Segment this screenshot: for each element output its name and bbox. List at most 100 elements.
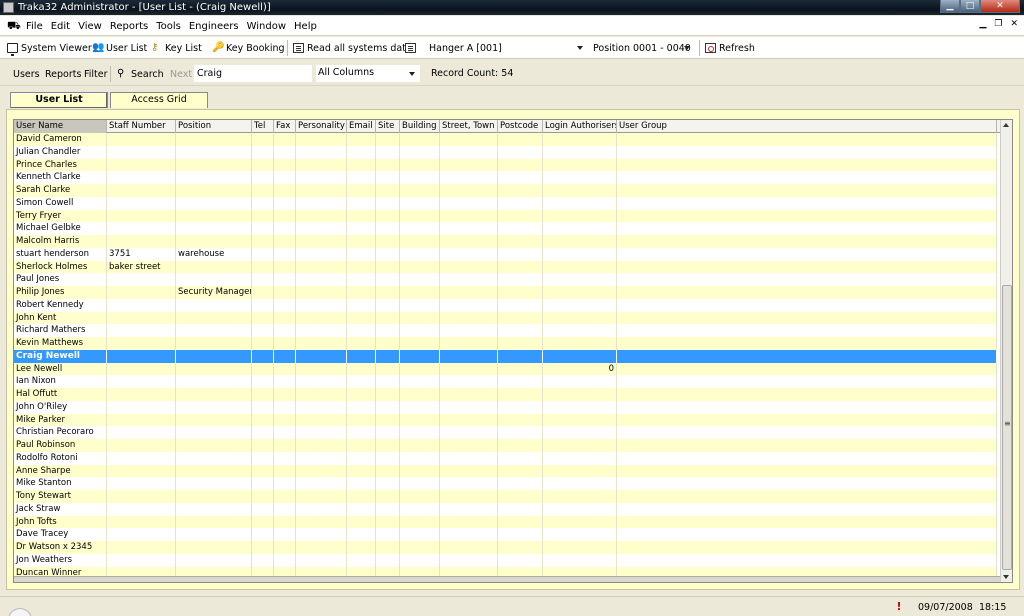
- table-cell: [498, 235, 543, 248]
- column-header[interactable]: Street, Town: [440, 120, 498, 133]
- table-cell: [376, 349, 400, 363]
- menu-view[interactable]: View: [78, 21, 102, 32]
- table-row[interactable]: John O'Riley: [14, 400, 997, 414]
- table-row[interactable]: Philip Jones Security Manager: [14, 286, 997, 299]
- table-row[interactable]: Julian Chandler: [14, 145, 997, 159]
- table-row[interactable]: John Kent: [14, 311, 997, 325]
- scroll-down-button[interactable]: [1001, 571, 1012, 582]
- table-row[interactable]: Michael Gelbke: [14, 222, 997, 235]
- column-header[interactable]: Building: [400, 120, 440, 133]
- close-button[interactable]: ✕: [980, 0, 1020, 13]
- user-list-button[interactable]: 👥 User List: [92, 37, 147, 59]
- mdi-restore-icon[interactable]: ❐: [994, 19, 1002, 29]
- column-header[interactable]: Login Authorisers: [543, 120, 617, 133]
- menu-reports[interactable]: Reports: [110, 21, 148, 32]
- table-row[interactable]: Ian Nixon: [14, 375, 997, 388]
- tab-access-grid[interactable]: Access Grid: [110, 92, 208, 108]
- table-cell: [296, 439, 347, 452]
- mdi-document-icon[interactable]: ⛟: [7, 20, 21, 32]
- table-row[interactable]: Kevin Matthews: [14, 337, 997, 350]
- table-cell: [376, 375, 400, 388]
- key-booking-button[interactable]: 🔑 Key Booking: [212, 37, 285, 59]
- column-header[interactable]: Tel: [252, 120, 274, 133]
- column-header[interactable]: Fax: [274, 120, 296, 133]
- table-row[interactable]: Paul Jones: [14, 273, 997, 286]
- selected-table-row[interactable]: Craig Newell: [14, 349, 997, 363]
- table-row[interactable]: Mike Stanton: [14, 477, 997, 490]
- menu-help[interactable]: Help: [294, 21, 317, 32]
- table-cell: Dave Tracey: [14, 528, 107, 541]
- filter-button[interactable]: Filter: [84, 62, 108, 86]
- table-row[interactable]: David Cameron: [14, 133, 997, 146]
- column-header[interactable]: User Name: [14, 120, 107, 133]
- column-header[interactable]: Personality: [296, 120, 347, 133]
- scroll-up-button[interactable]: [1001, 120, 1012, 131]
- position-select[interactable]: Position 0001 - 0040: [593, 37, 692, 59]
- column-header[interactable]: Staff Number: [107, 120, 176, 133]
- scan-button[interactable]: [405, 37, 419, 59]
- table-row[interactable]: Robert Kennedy: [14, 298, 997, 312]
- column-header[interactable]: Position: [176, 120, 252, 133]
- table-row[interactable]: Rodolfo Rotoni: [14, 451, 997, 465]
- table-row[interactable]: Simon Cowell: [14, 196, 997, 210]
- column-header[interactable]: Email: [347, 120, 376, 133]
- table-row[interactable]: Lee Newell 0: [14, 362, 997, 376]
- table-cell: [176, 375, 252, 388]
- table-row[interactable]: stuart henderson 3751 warehouse: [14, 247, 997, 261]
- menu-window[interactable]: Window: [247, 21, 286, 32]
- hanger-select[interactable]: Hanger A [001]: [429, 37, 587, 59]
- table-row[interactable]: Jack Straw: [14, 502, 997, 516]
- table-row[interactable]: Dr Watson x 2345: [14, 541, 997, 554]
- maximize-button[interactable]: □: [960, 0, 980, 13]
- mdi-minimize-icon[interactable]: ▁: [979, 19, 986, 29]
- app-icon[interactable]: [3, 2, 14, 13]
- table-row[interactable]: Paul Robinson: [14, 439, 997, 452]
- refresh-button[interactable]: Refresh: [705, 37, 755, 59]
- column-header[interactable]: Postcode: [498, 120, 543, 133]
- table-cell: [440, 260, 498, 274]
- table-row[interactable]: Prince Charles: [14, 158, 997, 172]
- table-row[interactable]: Terry Fryer: [14, 209, 997, 223]
- key-list-button[interactable]: ⚷ Key List: [151, 37, 202, 59]
- table-row[interactable]: John Tofts: [14, 515, 997, 529]
- table-cell: [400, 464, 440, 478]
- next-button[interactable]: Next: [170, 62, 192, 86]
- table-row[interactable]: Tony Stewart: [14, 490, 997, 503]
- table-cell: [107, 451, 176, 465]
- table-row[interactable]: Mike Parker: [14, 413, 997, 427]
- mdi-close-icon[interactable]: ✕: [1010, 19, 1018, 29]
- users-filter-button[interactable]: Users: [13, 62, 40, 86]
- table-row[interactable]: Hal Offutt: [14, 388, 997, 401]
- tab-user-list[interactable]: User List: [10, 92, 108, 108]
- read-all-systems-button[interactable]: Read all systems data: [293, 37, 412, 59]
- menu-engineers[interactable]: Engineers: [189, 21, 239, 32]
- menu-edit[interactable]: Edit: [51, 21, 70, 32]
- minimize-button[interactable]: ▁: [940, 0, 960, 13]
- chevron-down-icon: [409, 72, 415, 76]
- table-row[interactable]: Christian Pecoraro: [14, 426, 997, 439]
- table-row[interactable]: Sherlock Holmes baker street: [14, 260, 997, 274]
- horizontal-scrollbar[interactable]: [14, 576, 1000, 582]
- table-cell: [400, 171, 440, 184]
- table-cell: [274, 222, 296, 235]
- table-row[interactable]: Malcolm Harris: [14, 235, 997, 248]
- table-row[interactable]: Sarah Clarke: [14, 184, 997, 197]
- table-row[interactable]: Anne Sharpe: [14, 464, 997, 478]
- alert-icon[interactable]: !: [894, 601, 904, 614]
- reports-button[interactable]: Reports: [45, 62, 81, 86]
- scroll-thumb[interactable]: [1002, 285, 1012, 570]
- vertical-scrollbar[interactable]: [1000, 120, 1012, 582]
- column-header[interactable]: Site: [376, 120, 400, 133]
- table-row[interactable]: Kenneth Clarke: [14, 171, 997, 184]
- search-input[interactable]: Craig: [194, 65, 312, 82]
- column-header[interactable]: User Group: [617, 120, 997, 133]
- table-row[interactable]: Dave Tracey: [14, 528, 997, 541]
- table-row[interactable]: Richard Mathers: [14, 324, 997, 337]
- column-select[interactable]: All Columns: [316, 65, 420, 82]
- search-button[interactable]: ⚲ Search: [117, 62, 164, 86]
- system-viewer-button[interactable]: System Viewer: [7, 37, 92, 59]
- table-row[interactable]: Jon Weathers: [14, 553, 997, 567]
- menu-tools[interactable]: Tools: [156, 21, 181, 32]
- menu-file[interactable]: File: [26, 21, 43, 32]
- table-cell: [440, 502, 498, 516]
